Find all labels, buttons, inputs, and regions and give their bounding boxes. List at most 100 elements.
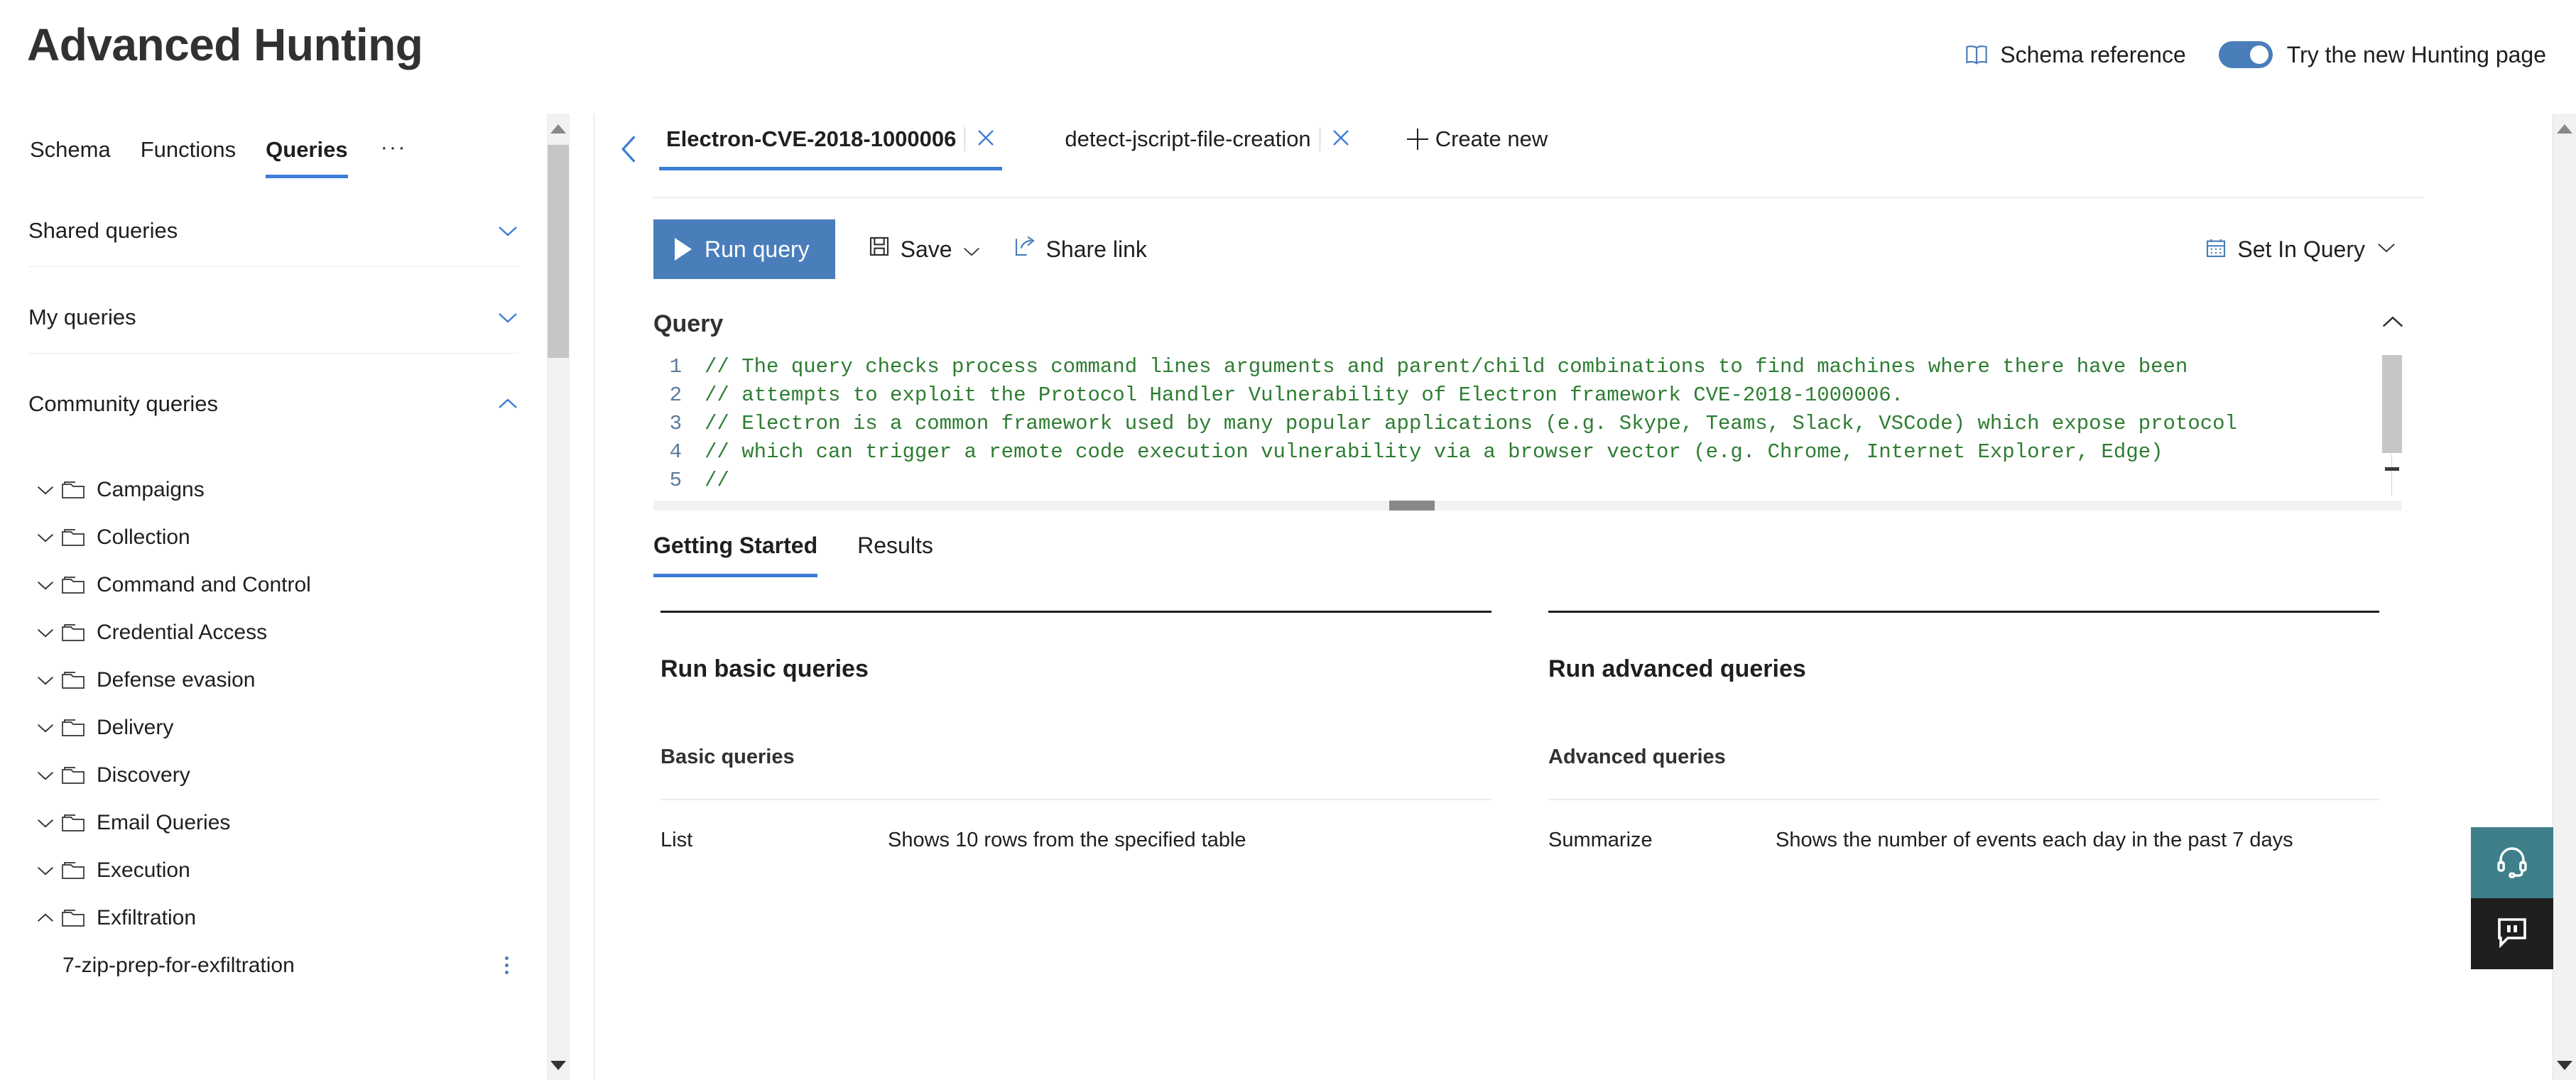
line-text: // The query checks process command line…	[705, 355, 2188, 378]
save-button[interactable]: Save	[868, 235, 981, 263]
support-button[interactable]	[2471, 827, 2553, 898]
query-tab-electron-cve-2018-1000006[interactable]: Electron-CVE-2018-1000006	[653, 114, 1011, 170]
sidebar-section-shared-queries[interactable]: Shared queries	[28, 195, 518, 267]
chevron-down-icon	[30, 532, 61, 543]
collapse-sidebar-button[interactable]	[608, 129, 651, 172]
tab-results[interactable]: Results	[857, 528, 933, 577]
sidebar-folder-credential-access[interactable]: Credential Access	[28, 609, 526, 656]
play-icon	[675, 238, 692, 261]
code-line: 3 // Electron is a common framework used…	[653, 412, 2402, 440]
sidebar-folder-label: Defense evasion	[97, 668, 255, 692]
query-name: Summarize	[1548, 829, 1776, 852]
sidebar-folder-defense-evasion[interactable]: Defense evasion	[28, 656, 526, 704]
chevron-down-icon	[30, 579, 61, 591]
folder-icon	[61, 907, 97, 928]
sidebar-folder-label: Delivery	[97, 716, 173, 740]
sidebar-scrollbar[interactable]	[547, 114, 570, 1080]
queries-sidebar: Schema Functions Queries ··· Shared quer…	[0, 114, 568, 1080]
sidebar-query-item[interactable]: 7-zip-prep-for-exfiltration	[28, 942, 526, 989]
new-hunting-page-toggle-label: Try the new Hunting page	[2287, 42, 2546, 68]
folder-icon	[61, 479, 97, 500]
new-hunting-page-toggle[interactable]	[2219, 41, 2273, 68]
close-icon[interactable]	[967, 127, 1011, 170]
query-tab-label: detect-jscript-file-creation	[1052, 126, 1315, 170]
sidebar-section-my-queries[interactable]: My queries	[28, 281, 518, 354]
line-number: 1	[653, 355, 705, 378]
query-tab-label: Electron-CVE-2018-1000006	[653, 126, 960, 170]
sidebar-query-label: 7-zip-prep-for-exfiltration	[63, 954, 295, 978]
share-link-button[interactable]: Share link	[1013, 235, 1147, 263]
section-rule	[1548, 611, 2379, 613]
run-query-button[interactable]: Run query	[653, 219, 835, 279]
folder-icon	[61, 527, 97, 547]
create-new-button[interactable]: Create new	[1407, 114, 1548, 170]
sidebar-folder-command-and-control[interactable]: Command and Control	[28, 561, 526, 609]
schema-reference-button[interactable]: Schema reference	[1964, 42, 2185, 68]
editor-horizontal-scrollbar[interactable]	[653, 501, 2402, 511]
scroll-down-arrow-icon[interactable]	[2553, 1050, 2576, 1080]
chat-icon	[2495, 917, 2529, 951]
page-header: Advanced Hunting Schema reference Try th…	[0, 0, 2576, 114]
tab-getting-started[interactable]: Getting Started	[653, 528, 817, 577]
tab-separator	[964, 127, 965, 151]
sidebar-folder-campaigns[interactable]: Campaigns	[28, 466, 526, 513]
page-title: Advanced Hunting	[27, 20, 423, 70]
sidebar-folder-exfiltration[interactable]: Exfiltration	[28, 894, 526, 942]
sidebar-section-community-queries[interactable]: Community queries	[28, 368, 518, 440]
folder-icon	[61, 860, 97, 880]
feedback-button[interactable]	[2471, 898, 2553, 969]
toolbar-divider	[653, 197, 2423, 198]
sidebar-folder-discovery[interactable]: Discovery	[28, 751, 526, 799]
book-icon	[1964, 44, 1989, 65]
chevron-down-icon	[30, 627, 61, 638]
line-text: // Electron is a common framework used b…	[705, 412, 2237, 435]
section-rule	[661, 611, 1491, 613]
side-action-buttons	[2471, 827, 2553, 969]
close-icon[interactable]	[1322, 127, 1366, 170]
chevron-down-icon	[30, 722, 61, 733]
chevron-up-icon	[497, 398, 518, 410]
sidebar-folder-delivery[interactable]: Delivery	[28, 704, 526, 751]
headset-icon	[2495, 844, 2529, 882]
tab-schema[interactable]: Schema	[30, 131, 111, 178]
chevron-down-icon	[30, 484, 61, 496]
editor-hscroll-thumb[interactable]	[1389, 501, 1435, 511]
plus-icon	[1407, 129, 1428, 150]
folder-icon	[61, 670, 97, 690]
scroll-up-arrow-icon[interactable]	[547, 114, 570, 143]
sidebar-folder-execution[interactable]: Execution	[28, 846, 526, 894]
code-area[interactable]: 1 // The query checks process command li…	[653, 355, 2402, 497]
sidebar-scroll-thumb[interactable]	[548, 145, 569, 358]
sidebar-folder-label: Campaigns	[97, 478, 205, 502]
tab-queries[interactable]: Queries	[266, 131, 347, 178]
query-editor[interactable]: 1 // The query checks process command li…	[653, 355, 2423, 511]
line-text: //	[705, 469, 729, 492]
sidebar-folder-collection[interactable]: Collection	[28, 513, 526, 561]
code-line: 2 // attempts to exploit the Protocol Ha…	[653, 383, 2402, 412]
editor-vertical-scrollbar[interactable]	[2382, 355, 2402, 497]
query-tabs: Electron-CVE-2018-1000006 detect-jscript…	[653, 114, 1548, 197]
chevron-up-icon[interactable]	[2381, 315, 2405, 333]
new-hunting-page-toggle-group: Try the new Hunting page	[2219, 41, 2546, 68]
set-in-query-button[interactable]: Set In Query	[2205, 214, 2396, 284]
sidebar-folder-label: Discovery	[97, 763, 190, 787]
scroll-up-arrow-icon[interactable]	[2553, 114, 2576, 143]
results-tabs: Getting Started Results	[653, 528, 2423, 585]
query-list-row[interactable]: List Shows 10 rows from the specified ta…	[661, 800, 1491, 852]
editor-scroll-thumb[interactable]	[2382, 355, 2402, 453]
scroll-down-arrow-icon[interactable]	[547, 1050, 570, 1080]
query-section-label: Query	[653, 310, 723, 338]
chevron-left-icon	[619, 133, 639, 168]
query-list-row[interactable]: Summarize Shows the number of events eac…	[1548, 800, 2379, 852]
sidebar-folder-label: Execution	[97, 858, 190, 883]
chevron-down-icon	[30, 865, 61, 876]
share-link-label: Share link	[1046, 236, 1147, 263]
sidebar-folder-email-queries[interactable]: Email Queries	[28, 799, 526, 846]
more-options-icon[interactable]	[501, 952, 513, 978]
page-scrollbar[interactable]	[2553, 114, 2576, 1080]
folder-icon	[61, 622, 97, 643]
query-tab-detect-jscript-file-creation[interactable]: detect-jscript-file-creation	[1052, 114, 1365, 170]
tab-functions[interactable]: Functions	[141, 131, 236, 178]
line-number: 2	[653, 383, 705, 407]
sidebar-more-button[interactable]: ···	[381, 131, 407, 163]
